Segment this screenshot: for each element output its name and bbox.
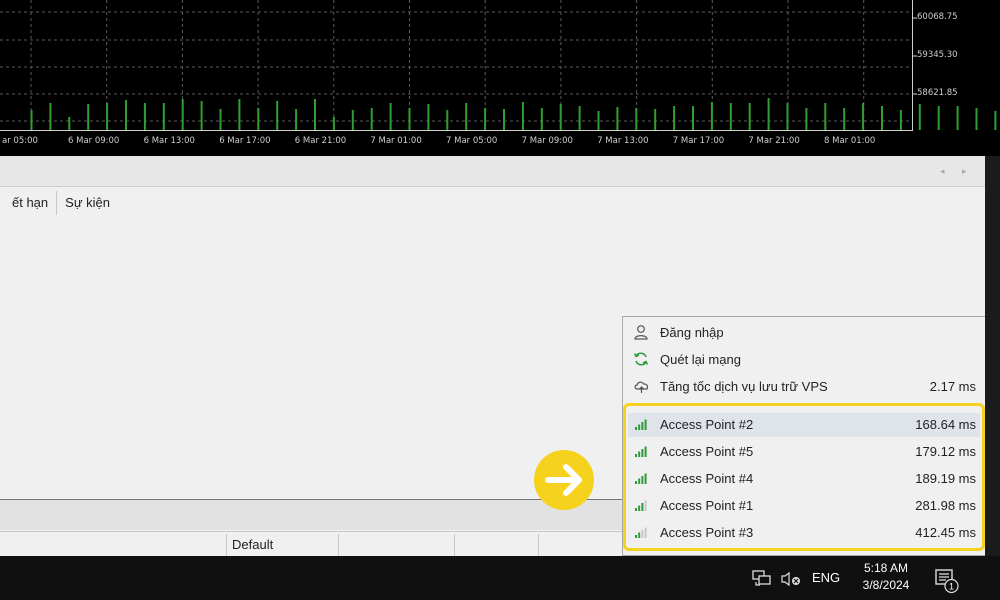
x-tick-label: 8 Mar 01:00 [824,136,876,146]
x-tick-label: 7 Mar 13:00 [597,136,649,146]
signal-strength-icon [633,524,651,543]
user-icon [633,324,649,343]
scroll-right-icon[interactable]: ▸ [962,166,967,177]
menu-item-vps[interactable]: Tăng tốc dịch vụ lưu trữ VPS 2.17 ms [628,375,982,399]
access-point-label: Access Point #3 [660,525,754,540]
refresh-icon [633,351,649,370]
access-point-item[interactable]: Access Point #5 179.12 ms [628,440,982,464]
clock-time: 5:18 AM [863,561,909,575]
menu-item-rescan[interactable]: Quét lại mạng [628,348,982,372]
ping-value: 281.98 ms [915,498,976,513]
menu-item-label: Quét lại mạng [660,352,741,367]
access-point-item[interactable]: Access Point #3 412.45 ms [628,521,982,545]
chart-canvas [0,0,997,131]
signal-strength-icon [633,416,651,435]
x-tick-label: 6 Mar 13:00 [143,136,195,146]
y-tick-label: 60068.75 [917,12,958,22]
menu-item-label: Đăng nhập [660,325,724,340]
notification-icon[interactable]: 1 [934,568,960,599]
terminal-tab-strip [0,156,985,187]
window-edge [985,156,1000,556]
signal-strength-icon [633,470,651,489]
access-point-label: Access Point #2 [660,417,754,432]
journal-header: ết hạn Sự kiện [0,191,118,215]
x-tick-label: 7 Mar 05:00 [446,136,498,146]
signal-strength-icon [633,497,651,516]
access-point-item[interactable]: Access Point #1 281.98 ms [628,494,982,518]
x-tick-label: 6 Mar 21:00 [294,136,347,146]
volume-muted-icon[interactable] [780,571,804,592]
x-tick-label: 7 Mar 17:00 [672,136,725,146]
x-tick-label: 6 Mar 17:00 [219,136,271,146]
scroll-left-icon[interactable]: ◂ [940,166,945,177]
x-tick-label: ar 05:00 [2,136,38,146]
x-tick-label: 7 Mar 09:00 [521,136,573,146]
clock-date: 3/8/2024 [862,578,910,592]
network-icon[interactable] [752,569,772,592]
status-separator [226,534,227,556]
price-chart[interactable]: ar 05:00 6 Mar 09:00 6 Mar 13:00 6 Mar 17:0… [0,0,1000,156]
access-point-item[interactable]: Access Point #4 189.19 ms [628,467,982,491]
status-separator [454,534,455,556]
ping-value: 189.19 ms [915,471,976,486]
signal-strength-icon [633,443,651,462]
x-tick-label: 6 Mar 09:00 [68,136,120,146]
profile-label: Default [232,537,274,552]
x-tick-label: 7 Mar 01:00 [370,136,422,146]
column-expiry[interactable]: ết hạn [0,191,58,215]
access-point-label: Access Point #5 [660,444,754,459]
y-tick-label: 58621.85 [917,88,958,98]
access-point-item[interactable]: Access Point #2 168.64 ms [628,413,982,437]
ping-value: 412.45 ms [915,525,976,540]
language-indicator[interactable]: ENG [812,570,840,585]
notification-count: 1 [949,582,954,592]
column-event[interactable]: Sự kiện [57,191,118,215]
access-point-label: Access Point #4 [660,471,754,486]
ping-value: 168.64 ms [915,417,976,432]
menu-item-login[interactable]: Đăng nhập [628,321,982,345]
x-tick-label: 7 Mar 21:00 [748,136,800,146]
menu-item-label: Tăng tốc dịch vụ lưu trữ VPS [660,379,828,394]
ping-value: 2.17 ms [929,379,976,394]
status-separator [538,534,539,556]
clock[interactable]: 5:18 AM 3/8/2024 [858,560,914,594]
y-tick-label: 59345.30 [917,50,958,60]
status-separator [338,534,339,556]
cloud-upload-icon [633,378,650,397]
arrow-right-icon [534,450,594,510]
taskbar [0,556,1000,600]
ping-value: 179.12 ms [915,444,976,459]
access-point-label: Access Point #1 [660,498,754,513]
